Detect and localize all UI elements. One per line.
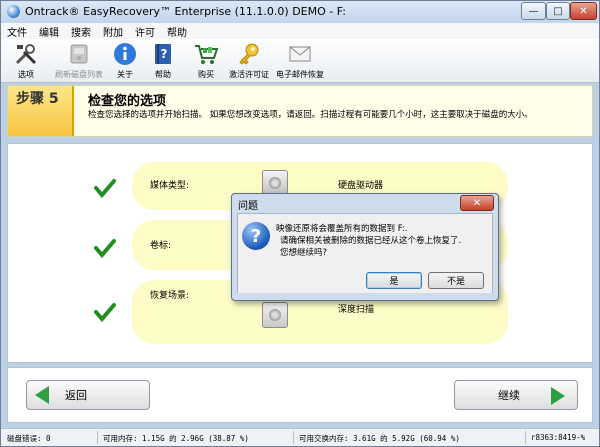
recovery-scenario-label: 恢复场景:: [150, 291, 190, 301]
activate-license-button[interactable]: 激活许可证: [227, 41, 271, 80]
about-button[interactable]: 关于: [111, 41, 139, 80]
options-button[interactable]: 选项: [11, 41, 41, 80]
build-status: r8363:8419-%: [531, 433, 586, 442]
step-header: 步骤 5 检查您的选项 检查您选择的选项并开始扫描。 如果您想改变选项，请返回。…: [7, 85, 593, 137]
menu-file[interactable]: 文件: [7, 24, 27, 39]
question-icon: ?: [242, 222, 270, 250]
status-divider: [97, 431, 98, 444]
back-button[interactable]: 返回: [26, 380, 150, 410]
status-bar: 磁盘错误: 0 可用内存: 1.15G 的 2.96G (38.87 %) 可用…: [1, 428, 599, 446]
toolbar: 选项 刷新磁盘列表 关于 ? 帮助 购买 激活许可证 电子邮件恢复: [1, 39, 599, 83]
tools-icon: [13, 41, 39, 67]
email-recovery-button[interactable]: 电子邮件恢复: [275, 41, 325, 80]
volume-label-label: 卷标:: [150, 241, 172, 251]
menu-edit[interactable]: 编辑: [39, 24, 59, 39]
menu-extras[interactable]: 附加: [103, 24, 123, 39]
menu-search[interactable]: 搜索: [71, 24, 91, 39]
deep-scan-icon: [262, 302, 288, 328]
check-icon: [94, 239, 116, 258]
maximize-button[interactable]: □: [546, 2, 570, 20]
menu-license[interactable]: 许可: [135, 24, 155, 39]
page-title: 检查您的选项: [88, 94, 167, 109]
menu-help[interactable]: 帮助: [167, 24, 187, 39]
help-label: 帮助: [155, 70, 171, 79]
arrow-right-icon: [551, 387, 565, 405]
recovery-scenario-value: 深度扫描: [338, 305, 375, 315]
no-button[interactable]: 不是: [428, 272, 484, 289]
navigation-panel: 返回 继续: [7, 367, 593, 423]
email-recovery-label: 电子邮件恢复: [276, 70, 324, 79]
buy-label: 购买: [198, 70, 214, 79]
options-label: 选项: [18, 70, 34, 79]
app-logo-icon: [7, 5, 20, 18]
status-divider: [525, 431, 526, 444]
refresh-disk-list-button[interactable]: 刷新磁盘列表: [51, 41, 107, 80]
buy-button[interactable]: 购买: [191, 41, 221, 80]
arrow-left-icon: [35, 386, 49, 404]
page-description: 检查您选择的选项并开始扫描。 如果您想改变选项，请返回。扫描过程有可能要几个小时…: [88, 110, 533, 120]
media-type-label: 媒体类型:: [150, 181, 190, 191]
dialog-body: ? 映像还原将会覆盖所有的数据到 F:. 请确保相关被删除的数据已经从这个卷上恢…: [237, 213, 493, 293]
back-label: 返回: [65, 389, 87, 402]
info-icon: [112, 41, 138, 67]
minimize-button[interactable]: —: [521, 2, 546, 20]
help-book-icon: ?: [150, 41, 176, 67]
dialog-message-line: 您想继续吗?: [280, 248, 328, 258]
about-label: 关于: [117, 70, 133, 79]
svg-text:?: ?: [161, 47, 168, 61]
dialog-button-area: 是 不是: [238, 270, 492, 293]
swap-status: 可用交换内存: 3.61G 的 5.92G (60.94 %): [299, 434, 460, 443]
dialog-close-button[interactable]: ✕: [460, 195, 494, 211]
step-number: 步骤 5: [16, 91, 59, 107]
mail-icon: [287, 41, 313, 67]
check-icon: [94, 303, 116, 322]
key-icon: [236, 41, 262, 67]
media-type-value: 硬盘驱动器: [338, 181, 384, 191]
close-window-button[interactable]: ✕: [570, 2, 597, 20]
activate-license-label: 激活许可证: [229, 70, 269, 79]
dialog-title: 问题: [238, 201, 258, 212]
disk-errors-status: 磁盘错误: 0: [7, 434, 51, 443]
check-icon: [94, 179, 116, 198]
title-bar[interactable]: Ontrack® EasyRecovery™ Enterprise (11.1.…: [1, 1, 599, 23]
next-label: 继续: [498, 389, 520, 402]
dialog-message-line: 映像还原将会覆盖所有的数据到 F:.: [276, 224, 408, 234]
dialog-message-line: 请确保相关被删除的数据已经从这个卷上恢复了.: [280, 236, 462, 246]
status-divider: [293, 431, 294, 444]
yes-button[interactable]: 是: [366, 272, 422, 289]
refresh-disk-list-label: 刷新磁盘列表: [55, 70, 103, 79]
memory-status: 可用内存: 1.15G 的 2.96G (38.87 %): [103, 434, 249, 443]
shopping-cart-icon: [193, 41, 219, 67]
refresh-disk-icon: [66, 41, 92, 67]
window-title: Ontrack® EasyRecovery™ Enterprise (11.1.…: [25, 5, 346, 18]
help-button[interactable]: ? 帮助: [149, 41, 177, 80]
step-indicator: 步骤 5: [8, 86, 74, 136]
confirm-dialog: 问题 ✕ ? 映像还原将会覆盖所有的数据到 F:. 请确保相关被删除的数据已经从…: [231, 193, 499, 301]
menu-bar: 文件 编辑 搜索 附加 许可 帮助: [1, 23, 599, 39]
next-button[interactable]: 继续: [454, 380, 578, 410]
